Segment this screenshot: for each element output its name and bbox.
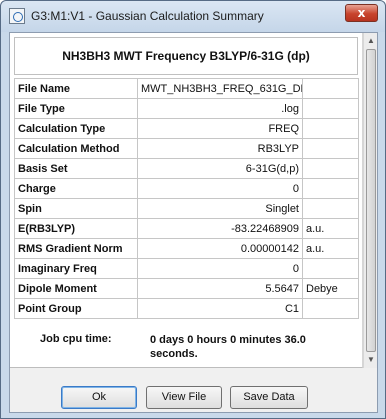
row-label: E(RB3LYP) bbox=[14, 218, 138, 239]
row-unit bbox=[302, 298, 359, 319]
row-value: 6-31G(d,p) bbox=[137, 158, 303, 179]
row-value: -83.22468909 bbox=[137, 218, 303, 239]
vertical-scrollbar[interactable]: ▲ ▼ bbox=[363, 33, 377, 368]
summary-row: Spin Singlet bbox=[14, 198, 359, 219]
window-title: G3:M1:V1 - Gaussian Calculation Summary bbox=[31, 9, 264, 23]
summary-row: Charge 0 bbox=[14, 178, 359, 199]
dialog-body: NH3BH3 MWT Frequency B3LYP/6-31G (dp) Fi… bbox=[9, 32, 378, 413]
cpu-time-value: 0 days 0 hours 0 minutes 36.0 seconds. bbox=[150, 334, 306, 360]
scroll-down-icon[interactable]: ▼ bbox=[366, 355, 376, 365]
row-label: Point Group bbox=[14, 298, 138, 319]
row-value: .log bbox=[137, 98, 303, 119]
save-data-button[interactable]: Save Data bbox=[230, 386, 308, 409]
summary-row: E(RB3LYP) -83.22468909 a.u. bbox=[14, 218, 359, 239]
summary-row: Calculation Method RB3LYP bbox=[14, 138, 359, 159]
summary-row: Calculation Type FREQ bbox=[14, 118, 359, 139]
row-value: C1 bbox=[137, 298, 303, 319]
row-unit: a.u. bbox=[302, 218, 359, 239]
summary-table: File Name MWT_NH3BH3_FREQ_631G_DP File Typ… bbox=[14, 78, 359, 319]
row-label: Charge bbox=[14, 178, 138, 199]
row-label: Spin bbox=[14, 198, 138, 219]
summary-row: Basis Set 6-31G(d,p) bbox=[14, 158, 359, 179]
summary-row: Point Group C1 bbox=[14, 298, 359, 319]
summary-row: RMS Gradient Norm 0.00000142 a.u. bbox=[14, 238, 359, 259]
row-value: RB3LYP bbox=[137, 138, 303, 159]
row-label: Calculation Method bbox=[14, 138, 138, 159]
ok-button[interactable]: Ok bbox=[61, 386, 137, 409]
gaussview-app-icon bbox=[9, 8, 25, 24]
row-label: Dipole Moment bbox=[14, 278, 138, 299]
row-label: Imaginary Freq bbox=[14, 258, 138, 279]
row-value: 5.5647 bbox=[137, 278, 303, 299]
scroll-up-icon[interactable]: ▲ bbox=[366, 36, 376, 46]
row-unit bbox=[302, 98, 359, 119]
row-unit bbox=[302, 258, 359, 279]
row-label: File Type bbox=[14, 98, 138, 119]
row-value: MWT_NH3BH3_FREQ_631G_DP bbox=[137, 78, 303, 99]
summary-row: Imaginary Freq 0 bbox=[14, 258, 359, 279]
title-bar[interactable]: G3:M1:V1 - Gaussian Calculation Summary … bbox=[1, 1, 385, 32]
row-label: File Name bbox=[14, 78, 138, 99]
close-button[interactable]: x bbox=[345, 4, 378, 22]
row-unit: Debye bbox=[302, 278, 359, 299]
row-value: Singlet bbox=[137, 198, 303, 219]
row-unit bbox=[302, 78, 359, 99]
summary-heading: NH3BH3 MWT Frequency B3LYP/6-31G (dp) bbox=[14, 37, 358, 75]
row-unit bbox=[302, 198, 359, 219]
row-unit bbox=[302, 158, 359, 179]
summary-row: Dipole Moment 5.5647 Debye bbox=[14, 278, 359, 299]
row-unit bbox=[302, 118, 359, 139]
row-unit bbox=[302, 178, 359, 199]
summary-row: File Name MWT_NH3BH3_FREQ_631G_DP bbox=[14, 78, 359, 99]
row-value: 0.00000142 bbox=[137, 238, 303, 259]
row-label: Basis Set bbox=[14, 158, 138, 179]
view-file-button[interactable]: View File bbox=[146, 386, 222, 409]
calculation-summary-window: G3:M1:V1 - Gaussian Calculation Summary … bbox=[0, 0, 386, 419]
cpu-time-label: Job cpu time: bbox=[40, 333, 112, 345]
row-value: 0 bbox=[137, 178, 303, 199]
row-label: RMS Gradient Norm bbox=[14, 238, 138, 259]
row-label: Calculation Type bbox=[14, 118, 138, 139]
row-value: FREQ bbox=[137, 118, 303, 139]
summary-row: File Type .log bbox=[14, 98, 359, 119]
summary-panel: NH3BH3 MWT Frequency B3LYP/6-31G (dp) Fi… bbox=[10, 33, 363, 368]
scroll-thumb[interactable] bbox=[366, 49, 376, 352]
row-value: 0 bbox=[137, 258, 303, 279]
row-unit: a.u. bbox=[302, 238, 359, 259]
row-unit bbox=[302, 138, 359, 159]
close-icon: x bbox=[357, 6, 366, 20]
